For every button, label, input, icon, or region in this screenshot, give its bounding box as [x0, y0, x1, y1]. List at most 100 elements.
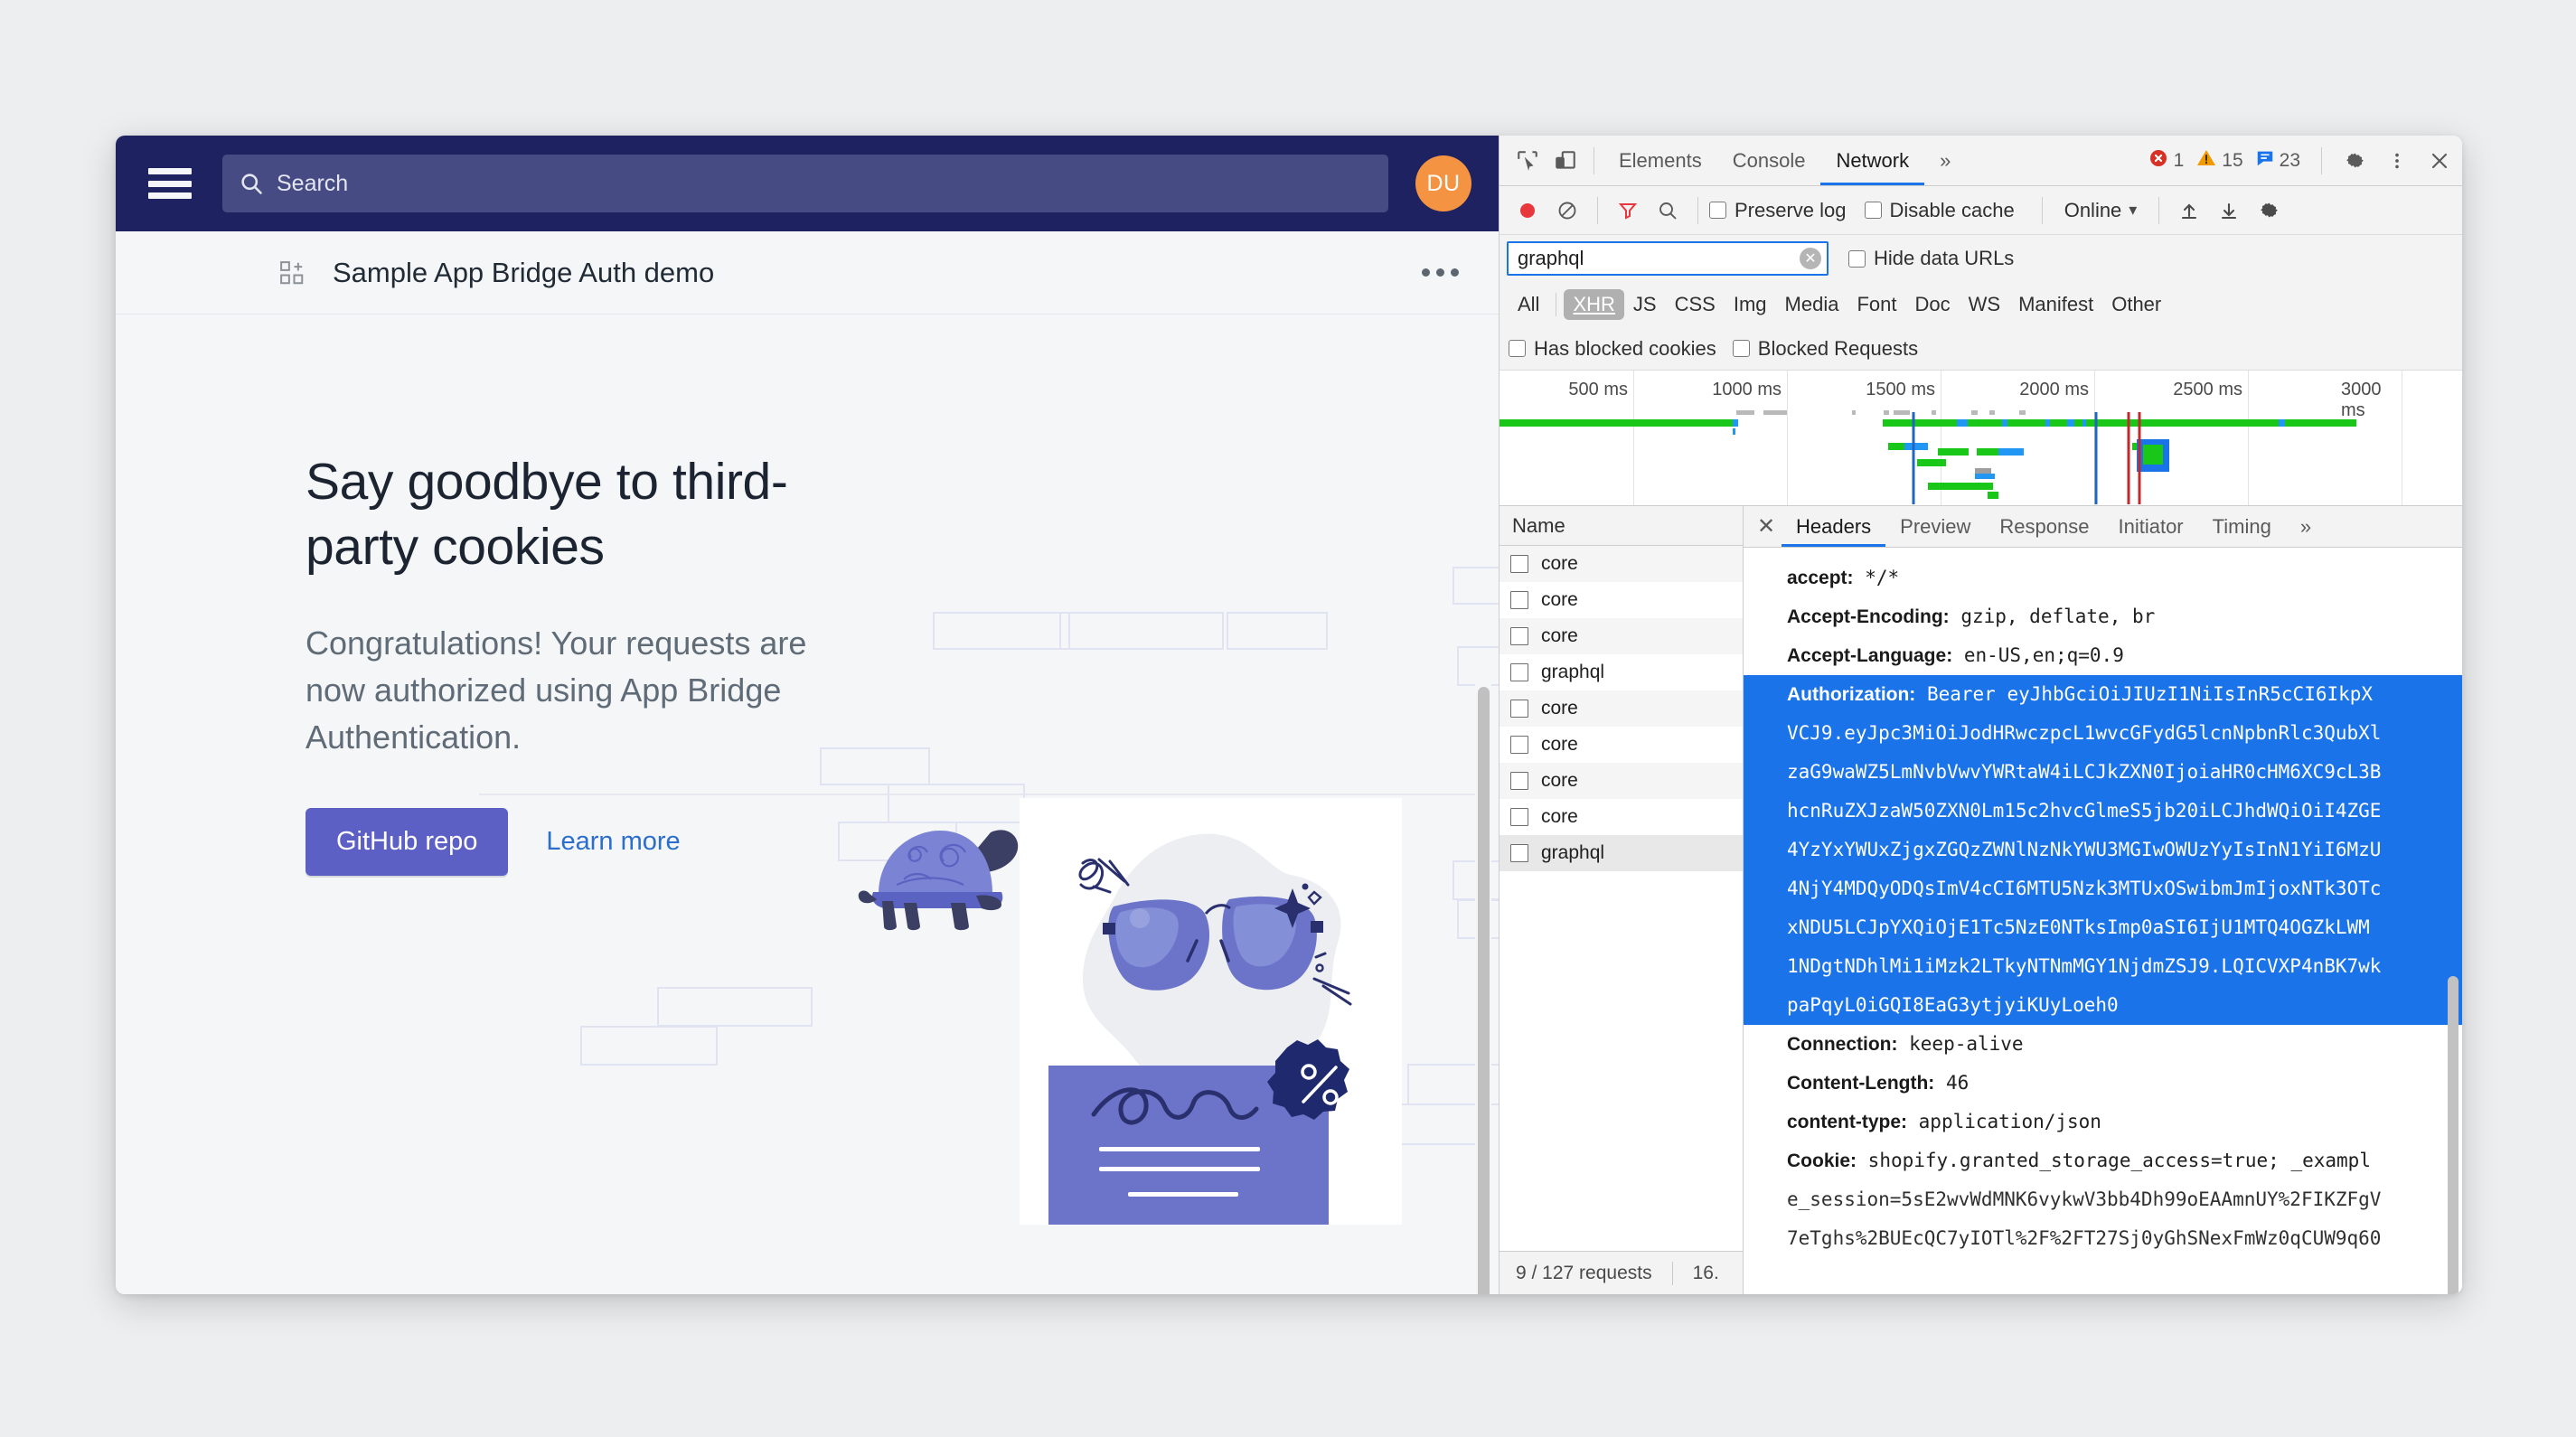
checkbox-box[interactable] [1848, 250, 1866, 268]
requests-count: 9 / 127 requests [1516, 1263, 1652, 1284]
network-overview-timeline[interactable]: 500 ms 1000 ms 1500 ms 2000 ms 2500 ms 3… [1500, 371, 2462, 506]
throttling-select[interactable]: Online [2064, 199, 2122, 222]
detail-scrollbar[interactable] [2448, 615, 2458, 1294]
type-filter-img[interactable]: Img [1725, 289, 1776, 320]
message-icon[interactable] [2255, 148, 2275, 174]
clear-icon[interactable] [1548, 192, 1586, 230]
kebab-menu-icon[interactable] [2378, 142, 2416, 180]
gear-icon[interactable] [2250, 192, 2288, 230]
tab-response[interactable]: Response [1985, 506, 2103, 547]
inspect-element-icon[interactable] [1509, 142, 1547, 180]
checkbox-box[interactable] [1733, 340, 1750, 357]
type-filter-other[interactable]: Other [2102, 289, 2170, 320]
type-filter-media[interactable]: Media [1776, 289, 1848, 320]
row-checkbox[interactable] [1510, 555, 1528, 573]
filter-value: graphql [1518, 247, 1800, 270]
github-repo-button[interactable]: GitHub repo [306, 808, 508, 876]
checkbox-box[interactable] [1709, 202, 1726, 219]
learn-more-link[interactable]: Learn more [546, 827, 680, 857]
device-toolbar-icon[interactable] [1547, 142, 1584, 180]
header-row: content-type: application/json [1744, 1103, 2462, 1141]
tab-initiator[interactable]: Initiator [2103, 506, 2197, 547]
header-row: Accept-Language: en-US,en;q=0.9 [1744, 636, 2462, 675]
row-checkbox[interactable] [1510, 591, 1528, 609]
table-row[interactable]: graphql [1500, 654, 1743, 690]
type-filter-xhr[interactable]: XHR [1564, 289, 1623, 320]
disable-cache-checkbox[interactable]: Disable cache [1865, 199, 2031, 222]
table-row[interactable]: core [1500, 618, 1743, 654]
detail-tabs-overflow-icon[interactable]: » [2286, 506, 2326, 547]
chevron-down-icon[interactable]: ▾ [2129, 201, 2137, 220]
has-blocked-cookies-checkbox[interactable]: Has blocked cookies [1509, 337, 1733, 361]
turtle-illustration [857, 807, 1038, 934]
close-icon[interactable]: ✕ [1751, 512, 1782, 542]
row-checkbox[interactable] [1510, 772, 1528, 790]
search-icon[interactable] [1649, 192, 1687, 230]
checkbox-box[interactable] [1865, 202, 1882, 219]
record-button-icon[interactable] [1509, 192, 1547, 230]
header-value-continuation: paPqyL0iGQI8EaG3ytjyiKUyLoeh0 [1744, 986, 2462, 1025]
avatar[interactable]: DU [1415, 155, 1471, 211]
type-filter-ws[interactable]: WS [1960, 289, 2009, 320]
filter-input[interactable]: graphql ✕ [1507, 241, 1829, 276]
table-row[interactable]: core [1500, 546, 1743, 582]
row-checkbox[interactable] [1510, 736, 1528, 754]
header-row: Accept-Encoding: gzip, deflate, br [1744, 597, 2462, 636]
request-list-header[interactable]: Name [1500, 506, 1743, 546]
search-placeholder: Search [277, 171, 348, 197]
tab-elements[interactable]: Elements [1603, 136, 1717, 185]
header-value-continuation: 1NDgtNDhlMi1iMzk2LTkyNTNmMGY1NjdmZSJ9.LQ… [1744, 947, 2462, 986]
checkbox-box[interactable] [1509, 340, 1526, 357]
app-scrollbar-thumb[interactable] [1478, 687, 1490, 1294]
header-name: Cookie: [1787, 1151, 1857, 1171]
row-checkbox[interactable] [1510, 700, 1528, 718]
hero-body: Congratulations! Your requests are now a… [306, 620, 866, 762]
table-row[interactable]: core [1500, 763, 1743, 799]
tab-network[interactable]: Network [1820, 136, 1924, 185]
row-checkbox[interactable] [1510, 663, 1528, 681]
type-filter-all[interactable]: All [1509, 289, 1548, 320]
resource-type-filters: All XHR JS CSS Img Media Font Doc WS Man… [1500, 282, 2462, 327]
tab-preview[interactable]: Preview [1885, 506, 1985, 547]
detail-scrollbar-thumb[interactable] [2448, 976, 2458, 1294]
row-checkbox[interactable] [1510, 844, 1528, 862]
table-row[interactable]: core [1500, 582, 1743, 618]
header-value: */* [1865, 567, 1899, 588]
warning-icon[interactable] [2195, 147, 2217, 174]
app-scrollbar[interactable] [1475, 678, 1491, 1294]
close-icon[interactable] [2421, 142, 2458, 180]
table-row[interactable]: core [1500, 799, 1743, 835]
tab-headers[interactable]: Headers [1782, 506, 1885, 547]
upload-har-icon[interactable] [2170, 192, 2208, 230]
divider [2042, 197, 2043, 224]
gear-icon[interactable] [2336, 142, 2374, 180]
header-value-continuation: zaG9waWZ5LmNvbVwvYWRtaW4iLCJkZXN0IjoiaHR… [1744, 753, 2462, 792]
request-name: core [1541, 553, 1578, 575]
request-list-status: 9 / 127 requests 16. [1500, 1251, 1743, 1294]
hamburger-icon[interactable] [148, 168, 192, 199]
error-icon[interactable] [2148, 147, 2169, 174]
download-har-icon[interactable] [2210, 192, 2248, 230]
row-checkbox[interactable] [1510, 627, 1528, 645]
type-filter-css[interactable]: CSS [1666, 289, 1725, 320]
tabs-overflow-icon[interactable]: » [1924, 136, 1966, 185]
blocked-requests-checkbox[interactable]: Blocked Requests [1733, 337, 1934, 361]
table-row-selected[interactable]: graphql [1500, 835, 1743, 871]
tab-timing[interactable]: Timing [2198, 506, 2286, 547]
clear-filter-icon[interactable]: ✕ [1800, 248, 1821, 269]
hide-data-urls-checkbox[interactable]: Hide data URLs [1848, 247, 2030, 270]
type-filter-doc[interactable]: Doc [1905, 289, 1959, 320]
more-actions-icon[interactable] [1422, 268, 1459, 277]
filter-funnel-icon[interactable] [1609, 192, 1647, 230]
preserve-log-checkbox[interactable]: Preserve log [1709, 199, 1863, 222]
search-input[interactable]: Search [222, 155, 1388, 212]
table-row[interactable]: core [1500, 727, 1743, 763]
table-row[interactable]: core [1500, 690, 1743, 727]
tab-console[interactable]: Console [1717, 136, 1821, 185]
browser-window: Search DU Sample App Bridge Auth demo [116, 136, 2462, 1294]
header-name: accept: [1787, 568, 1854, 588]
type-filter-manifest[interactable]: Manifest [2009, 289, 2102, 320]
type-filter-font[interactable]: Font [1847, 289, 1905, 320]
type-filter-js[interactable]: JS [1624, 289, 1666, 320]
row-checkbox[interactable] [1510, 808, 1528, 826]
